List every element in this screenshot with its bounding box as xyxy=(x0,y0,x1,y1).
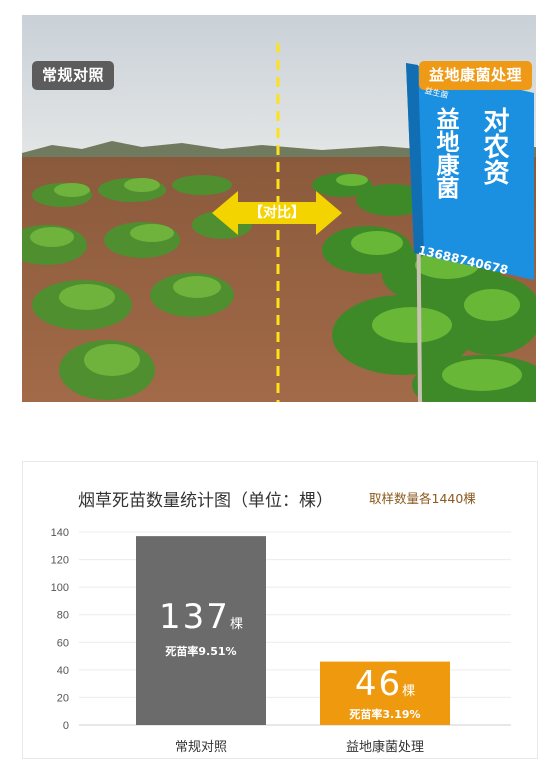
y-tick-label: 120 xyxy=(51,555,69,567)
bar-value-label: 46棵 xyxy=(354,663,416,704)
bar-rate-label: 死苗率3.19% xyxy=(349,707,421,721)
flag-brand-text: 益地康菌 xyxy=(432,107,458,199)
x-category-label: 常规对照 xyxy=(174,740,227,755)
compare-label: 【对比】 xyxy=(249,205,305,221)
y-tick-label: 100 xyxy=(51,582,69,594)
y-tick-label: 140 xyxy=(51,527,69,539)
control-tag: 常规对照 xyxy=(32,61,115,90)
bar-rate-label: 死苗率9.51% xyxy=(165,644,237,658)
y-tick-label: 0 xyxy=(63,720,69,732)
treatment-tag: 益地康菌处理 xyxy=(418,61,532,90)
y-tick-label: 80 xyxy=(57,610,69,622)
x-category-label: 益地康菌处理 xyxy=(345,740,424,755)
bar-value-label: 137棵 xyxy=(159,596,243,637)
bar-chart: 0 20 40 60 80 100 120 140 xyxy=(51,527,511,732)
field-photo: 常规对照 益地康菌处理 【对比】 益地康菌 对农资 13688740678 益生… xyxy=(22,15,536,402)
y-tick-label: 20 xyxy=(57,692,69,704)
flag-side-text: 对农资 xyxy=(479,107,509,185)
chart-card: 烟草死苗数量统计图（单位：棵） 取样数量各1440棵 0 20 40 60 80 100 1… xyxy=(22,461,538,759)
compare-arrow: 【对比】 xyxy=(212,191,342,235)
y-tick-label: 40 xyxy=(57,665,69,677)
y-tick-label: 60 xyxy=(57,637,69,649)
